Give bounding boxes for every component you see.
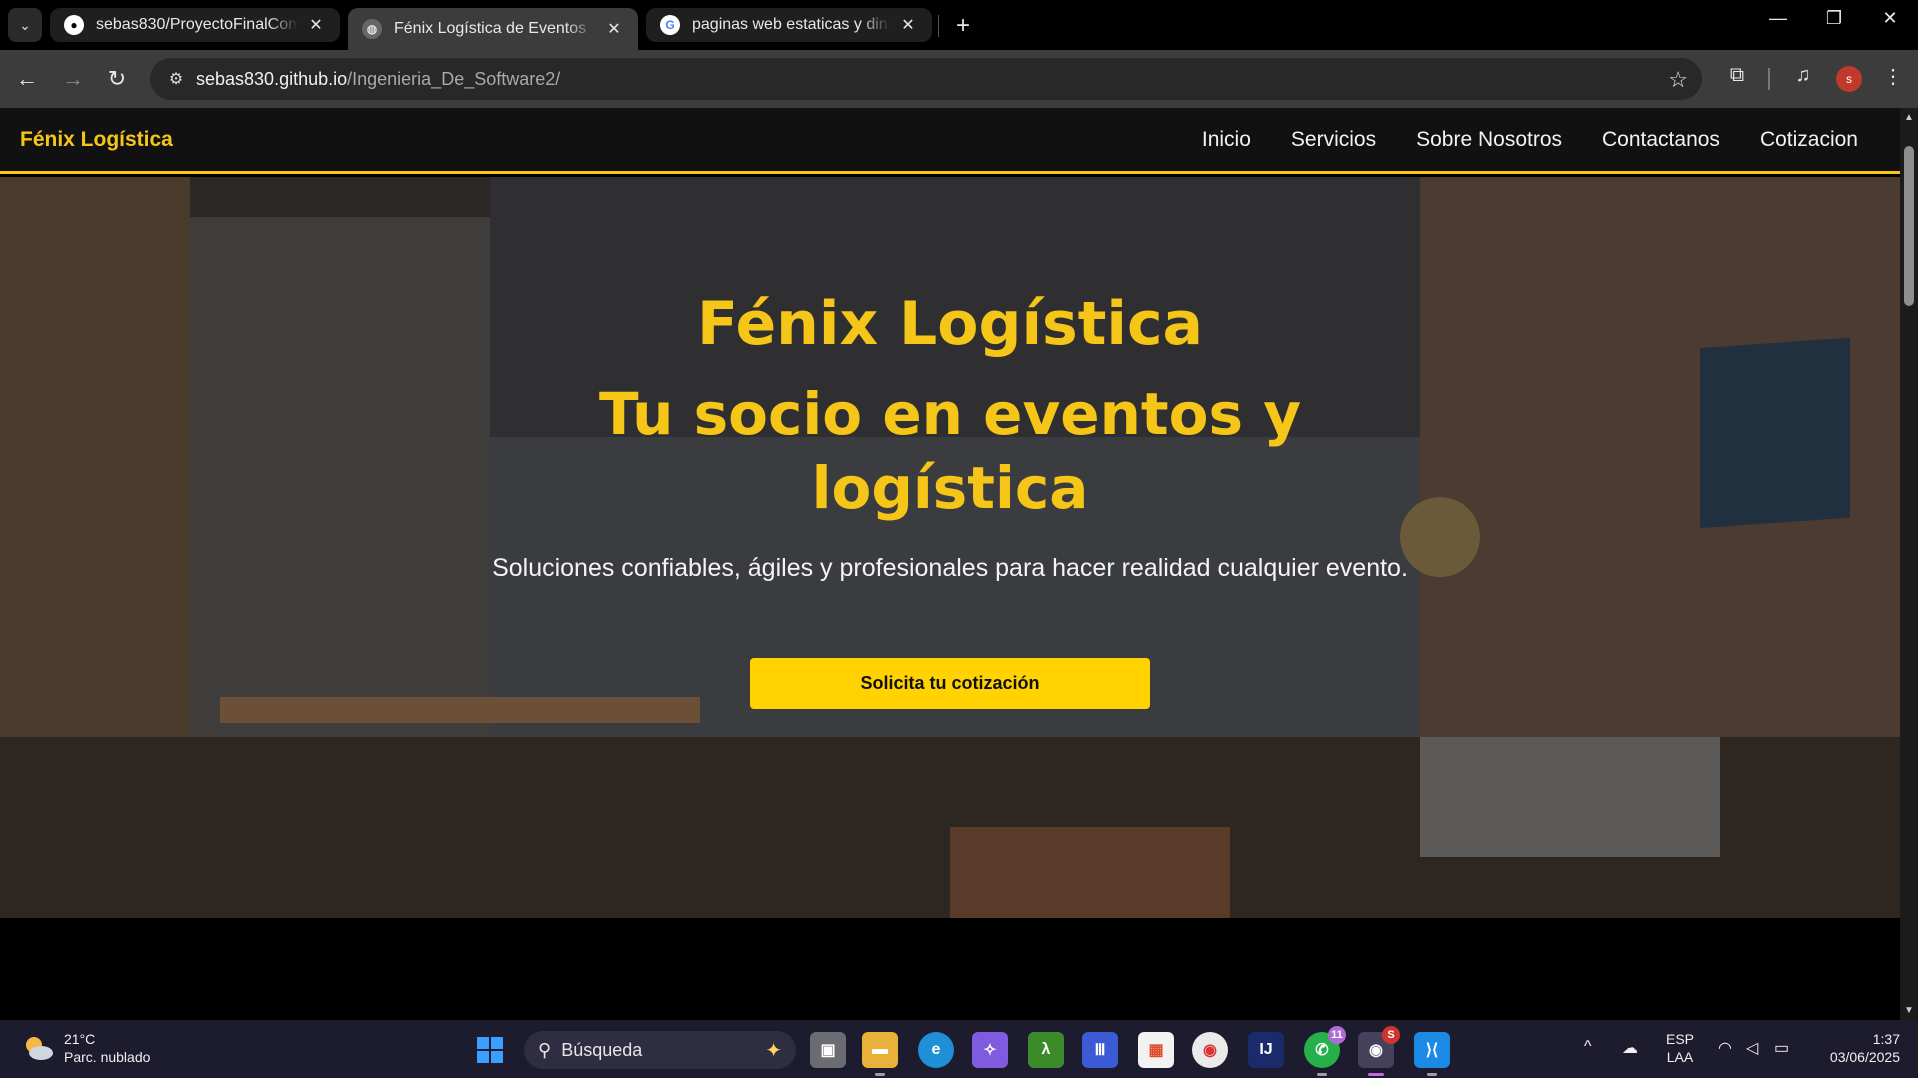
whatsapp-badge: 11 — [1328, 1026, 1346, 1044]
chevron-down-icon: ⌄ — [19, 16, 31, 33]
weather-temperature: 21°C — [64, 1031, 96, 1047]
new-tab-button[interactable]: + — [950, 12, 976, 40]
tab-separator — [938, 15, 939, 37]
hero-title: Fénix Logística — [696, 289, 1204, 359]
microsoft-store-icon[interactable]: ▦ — [1138, 1032, 1174, 1068]
extensions-icon[interactable]: ⧉ — [1722, 64, 1752, 87]
nav-link-servicios[interactable]: Servicios — [1291, 128, 1376, 152]
windows-logo-icon — [477, 1037, 503, 1063]
chrome-icon[interactable]: ◉ — [1192, 1032, 1228, 1068]
tab-search-button[interactable]: ⌄ — [8, 8, 42, 42]
volume-icon[interactable]: ◁ — [1746, 1038, 1758, 1058]
nav-link-contactanos[interactable]: Contactanos — [1602, 128, 1720, 152]
page-scrollbar[interactable]: ▲ ▼ — [1900, 108, 1918, 1020]
google-icon: G — [660, 15, 680, 35]
browser-tab-fenix[interactable]: ◍ Fénix Logística de Eventos ✕ — [348, 8, 638, 50]
search-icon: ⚲ — [538, 1039, 552, 1060]
site-navbar: Fénix Logística Inicio Servicios Sobre N… — [0, 108, 1900, 174]
close-window-icon[interactable]: ✕ — [1870, 8, 1910, 29]
scroll-thumb[interactable] — [1904, 146, 1914, 306]
start-button[interactable] — [472, 1032, 508, 1068]
windows-taskbar: 21°C Parc. nublado ⚲ Búsqueda ✦ ▣ ▬ e ✧ … — [0, 1020, 1918, 1078]
onedrive-cloud-icon[interactable]: ☁ — [1622, 1038, 1638, 1058]
nav-link-inicio[interactable]: Inicio — [1202, 128, 1251, 152]
weather-description: Parc. nublado — [64, 1049, 151, 1065]
math-app-icon[interactable]: Ⅲ — [1082, 1032, 1118, 1068]
intellij-icon[interactable]: IJ — [1248, 1032, 1284, 1068]
close-tab-icon[interactable]: ✕ — [306, 15, 326, 35]
battery-icon[interactable]: ▭ — [1774, 1038, 1789, 1058]
menu-dots-icon[interactable]: ⋮ — [1878, 64, 1908, 89]
chrome-profile-icon[interactable]: ◉ S — [1358, 1026, 1400, 1076]
minimize-icon[interactable]: — — [1758, 8, 1798, 29]
hero-description: Soluciones confiables, ágiles y profesio… — [492, 554, 1408, 582]
close-tab-icon[interactable]: ✕ — [604, 19, 624, 39]
globe-icon: ◍ — [362, 19, 382, 39]
hero-section: Fénix Logística Tu socio en eventos y lo… — [0, 177, 1900, 918]
browser-tabstrip: ⌄ ● sebas830/ProyectoFinalCompiladores ✕… — [0, 0, 1918, 50]
restore-icon[interactable]: ❐ — [1814, 8, 1854, 29]
browser-toolbar: ← → ↻ ⚙ sebas830.github.io/Ingenieria_De… — [0, 50, 1918, 108]
reload-icon[interactable]: ↻ — [102, 64, 132, 94]
language-indicator[interactable]: ESP LAA — [1666, 1030, 1694, 1066]
chrome-profile-badge: S — [1382, 1026, 1400, 1044]
browser-tab-github[interactable]: ● sebas830/ProyectoFinalCompiladores ✕ — [50, 8, 340, 42]
weather-widget[interactable]: 21°C Parc. nublado — [22, 1030, 150, 1066]
forward-arrow-icon[interactable]: → — [58, 64, 88, 94]
taskbar-search[interactable]: ⚲ Búsqueda ✦ — [524, 1031, 796, 1069]
vscode-icon[interactable]: ⟩⟨ — [1414, 1032, 1450, 1076]
toolbar-separator — [1768, 68, 1770, 90]
back-arrow-icon[interactable]: ← — [12, 64, 42, 94]
nav-link-sobre-nosotros[interactable]: Sobre Nosotros — [1416, 128, 1562, 152]
edge-icon[interactable]: e — [918, 1032, 954, 1068]
close-tab-icon[interactable]: ✕ — [898, 15, 918, 35]
page-viewport: Fénix Logística Inicio Servicios Sobre N… — [0, 108, 1900, 1020]
wifi-icon[interactable]: ◠ — [1718, 1038, 1732, 1058]
partly-cloudy-icon — [26, 1037, 53, 1060]
github-icon: ● — [64, 15, 84, 35]
file-explorer-icon[interactable]: ▬ — [862, 1032, 898, 1076]
system-clock[interactable]: 1:37 03/06/2025 — [1830, 1030, 1900, 1066]
request-quote-button[interactable]: Solicita tu cotización — [750, 658, 1150, 709]
hero-subtitle: Tu socio en eventos y logística — [598, 380, 1302, 522]
scroll-up-icon[interactable]: ▲ — [1900, 112, 1918, 123]
bookmark-star-icon[interactable]: ☆ — [1668, 67, 1688, 93]
address-bar[interactable]: ⚙ sebas830.github.io/Ingenieria_De_Softw… — [150, 58, 1702, 100]
nav-links: Inicio Servicios Sobre Nosotros Contacta… — [1202, 128, 1858, 152]
lambda-app-icon[interactable]: λ — [1028, 1032, 1064, 1068]
site-brand[interactable]: Fénix Logística — [20, 128, 173, 152]
browser-tab-google[interactable]: G paginas web estaticas y dinamicas ✕ — [646, 8, 932, 42]
whatsapp-icon[interactable]: ✆ 11 — [1304, 1026, 1346, 1076]
scroll-down-icon[interactable]: ▼ — [1900, 1005, 1918, 1016]
copilot-sparkle-icon: ✦ — [765, 1040, 782, 1062]
nav-link-cotizacion[interactable]: Cotizacion — [1760, 128, 1858, 152]
media-control-icon[interactable]: ♫ — [1788, 64, 1818, 87]
task-view-icon[interactable]: ▣ — [810, 1032, 846, 1068]
profile-avatar[interactable]: s — [1836, 66, 1862, 92]
site-settings-icon[interactable]: ⚙ — [156, 69, 196, 89]
copilot-icon[interactable]: ✧ — [972, 1032, 1008, 1068]
show-hidden-icons-chevron-icon[interactable]: ^ — [1584, 1038, 1592, 1056]
